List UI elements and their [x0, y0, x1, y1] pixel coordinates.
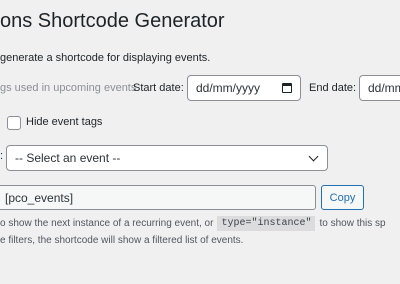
help-text-before: o show the next instance of a recurring …	[0, 218, 214, 229]
shortcode-output-field[interactable]: [pco_events]	[0, 185, 316, 210]
event-select[interactable]: -- Select an event --	[6, 145, 328, 171]
page-title: ons Shortcode Generator	[0, 10, 225, 32]
start-date-value: dd/mm/yyyy	[196, 81, 261, 95]
start-date-label: Start date:	[133, 82, 184, 94]
hide-event-tags-checkbox[interactable]	[7, 116, 21, 130]
shortcode-generator-page: ons Shortcode Generator generate a short…	[0, 0, 400, 284]
help-text-line-2: e filters, the shortcode will show a fil…	[0, 235, 244, 246]
shortcode-value: [pco_events]	[5, 190, 74, 205]
chevron-down-icon	[308, 151, 319, 161]
help-text-line-1: o show the next instance of a recurring …	[0, 216, 386, 231]
tags-filter-text: gs used in upcoming events	[0, 82, 137, 94]
hide-event-tags-label[interactable]: Hide event tags	[26, 116, 102, 128]
end-date-input[interactable]: dd/mm	[359, 75, 400, 101]
start-date-input[interactable]: dd/mm/yyyy	[187, 75, 301, 101]
calendar-icon[interactable]	[282, 83, 292, 93]
instance-code: type="instance"	[217, 216, 316, 231]
end-date-label: End date:	[309, 82, 357, 94]
page-description: generate a shortcode for displaying even…	[0, 52, 211, 64]
event-select-value: -- Select an event --	[15, 151, 121, 165]
help-text-after: to show this sp	[319, 218, 386, 229]
copy-button[interactable]: Copy	[321, 185, 364, 210]
event-select-label: :	[0, 150, 4, 162]
end-date-value: dd/mm	[368, 81, 400, 95]
